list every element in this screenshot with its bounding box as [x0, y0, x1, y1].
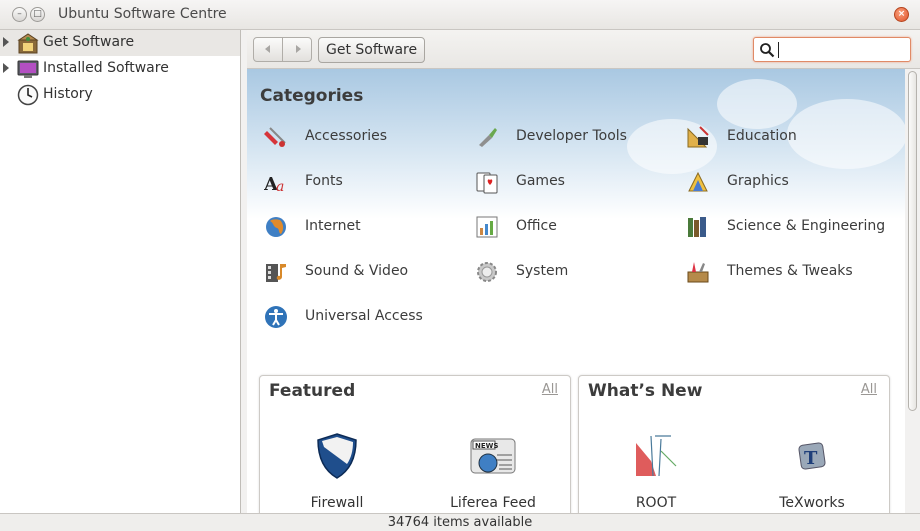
internet-icon	[266, 217, 286, 237]
firewall-shield-icon	[317, 433, 357, 479]
back-arrow-icon	[265, 45, 270, 53]
category-themes-tweaks[interactable]: Themes & Tweaks	[686, 258, 886, 286]
category-label: Themes & Tweaks	[727, 263, 853, 279]
sidebar-item-label: Installed Software	[43, 60, 169, 76]
app-label: Firewall	[310, 495, 364, 511]
category-accessories[interactable]: Accessories	[264, 123, 464, 151]
sidebar-item-label: History	[43, 86, 93, 102]
category-label: Sound & Video	[305, 263, 409, 279]
svg-text:NEWS: NEWS	[475, 442, 498, 450]
office-icon	[476, 216, 498, 238]
featured-panel: Featured All Firewall NEWS Liferea Feed	[259, 375, 571, 513]
texworks-icon: T	[798, 442, 826, 470]
sidebar-item-get-software[interactable]: Get Software	[0, 30, 240, 56]
category-office[interactable]: Office	[475, 213, 675, 241]
universal-access-icon	[265, 306, 287, 328]
vertical-scrollbar[interactable]	[905, 69, 920, 513]
system-gear-icon	[477, 262, 497, 282]
app-tile-liferea-feed[interactable]: NEWS Liferea Feed	[428, 431, 558, 511]
category-label: Fonts	[305, 173, 343, 189]
category-system[interactable]: System	[475, 258, 675, 286]
app-label: Liferea Feed	[450, 495, 536, 511]
content-area: Categories Accessories Developer Tools E…	[247, 69, 905, 513]
history-clock-icon	[17, 84, 39, 106]
minimize-button[interactable]: –	[12, 7, 27, 22]
breadcrumb-get-software[interactable]: Get Software	[318, 37, 426, 63]
search-icon	[760, 43, 775, 58]
sidebar-item-label: Get Software	[43, 34, 135, 50]
app-label: ROOT	[635, 495, 677, 511]
sidebar-item-installed-software[interactable]: Installed Software	[0, 56, 240, 82]
category-label: Games	[516, 173, 565, 189]
installed-software-icon	[17, 60, 39, 78]
scrollbar-thumb[interactable]	[908, 71, 917, 411]
education-icon	[687, 126, 709, 148]
category-developer-tools[interactable]: Developer Tools	[475, 123, 675, 151]
app-tile-root[interactable]: ROOT	[591, 431, 721, 511]
category-label: Accessories	[305, 128, 388, 144]
status-bar: 34764 items available	[0, 513, 920, 531]
forward-arrow-icon	[296, 45, 301, 53]
svg-text:T: T	[804, 448, 818, 469]
category-education[interactable]: Education	[686, 123, 886, 151]
categories-heading: Categories	[260, 86, 364, 106]
accessories-icon	[264, 127, 286, 147]
category-label: Graphics	[727, 173, 789, 189]
whats-new-panel: What’s New All ROOT T TeXworks	[578, 375, 890, 513]
title-bar: – □ Ubuntu Software Centre ×	[0, 0, 920, 30]
games-icon	[476, 172, 498, 194]
developer-tools-icon	[479, 128, 497, 147]
expander-arrow-icon[interactable]	[3, 37, 9, 47]
graphics-icon	[688, 171, 708, 192]
fonts-icon: A a	[264, 174, 284, 194]
expander-arrow-icon[interactable]	[3, 63, 9, 73]
category-universal-access[interactable]: Universal Access	[264, 303, 464, 331]
category-label: Science & Engineering	[727, 218, 886, 234]
sidebar: Get Software Installed Software History	[0, 30, 241, 513]
category-label: Developer Tools	[516, 128, 627, 144]
category-sound-video[interactable]: Sound & Video	[264, 258, 464, 286]
items-available-status: 34764 items available	[387, 515, 533, 530]
text-caret	[778, 42, 779, 58]
search-input[interactable]	[753, 37, 911, 62]
category-science-engineering[interactable]: Science & Engineering	[686, 213, 886, 241]
category-internet[interactable]: Internet	[264, 213, 464, 241]
category-graphics[interactable]: Graphics	[686, 168, 886, 196]
liferea-news-icon: NEWS	[470, 438, 516, 474]
category-label: Office	[516, 218, 557, 234]
category-label: Internet	[305, 218, 361, 234]
category-label: Universal Access	[305, 308, 423, 324]
category-games[interactable]: Games	[475, 168, 675, 196]
category-label: System	[516, 263, 569, 279]
app-tile-texworks[interactable]: T TeXworks	[747, 431, 877, 511]
science-icon	[688, 217, 706, 237]
maximize-button[interactable]: □	[30, 7, 45, 22]
sidebar-item-history[interactable]: History	[0, 82, 240, 108]
svg-text:a: a	[276, 179, 284, 194]
back-button[interactable]	[253, 37, 283, 62]
category-fonts[interactable]: A a Fonts	[264, 168, 464, 196]
whats-new-all-link[interactable]: All	[861, 382, 877, 397]
app-label: TeXworks	[779, 495, 845, 511]
main-pane: Get Software Categories Accessories Deve…	[247, 30, 920, 513]
category-label: Education	[727, 128, 797, 144]
featured-all-link[interactable]: All	[542, 382, 558, 397]
themes-tweaks-icon	[687, 262, 709, 283]
featured-title: Featured	[269, 381, 356, 401]
forward-button[interactable]	[282, 37, 312, 62]
get-software-icon	[17, 33, 39, 54]
toolbar: Get Software	[247, 30, 920, 69]
window-title: Ubuntu Software Centre	[58, 6, 227, 22]
app-tile-firewall[interactable]: Firewall	[272, 431, 402, 511]
root-icon	[634, 434, 678, 478]
whats-new-title: What’s New	[588, 381, 703, 401]
sound-video-icon	[266, 264, 286, 282]
close-button[interactable]: ×	[894, 7, 909, 22]
